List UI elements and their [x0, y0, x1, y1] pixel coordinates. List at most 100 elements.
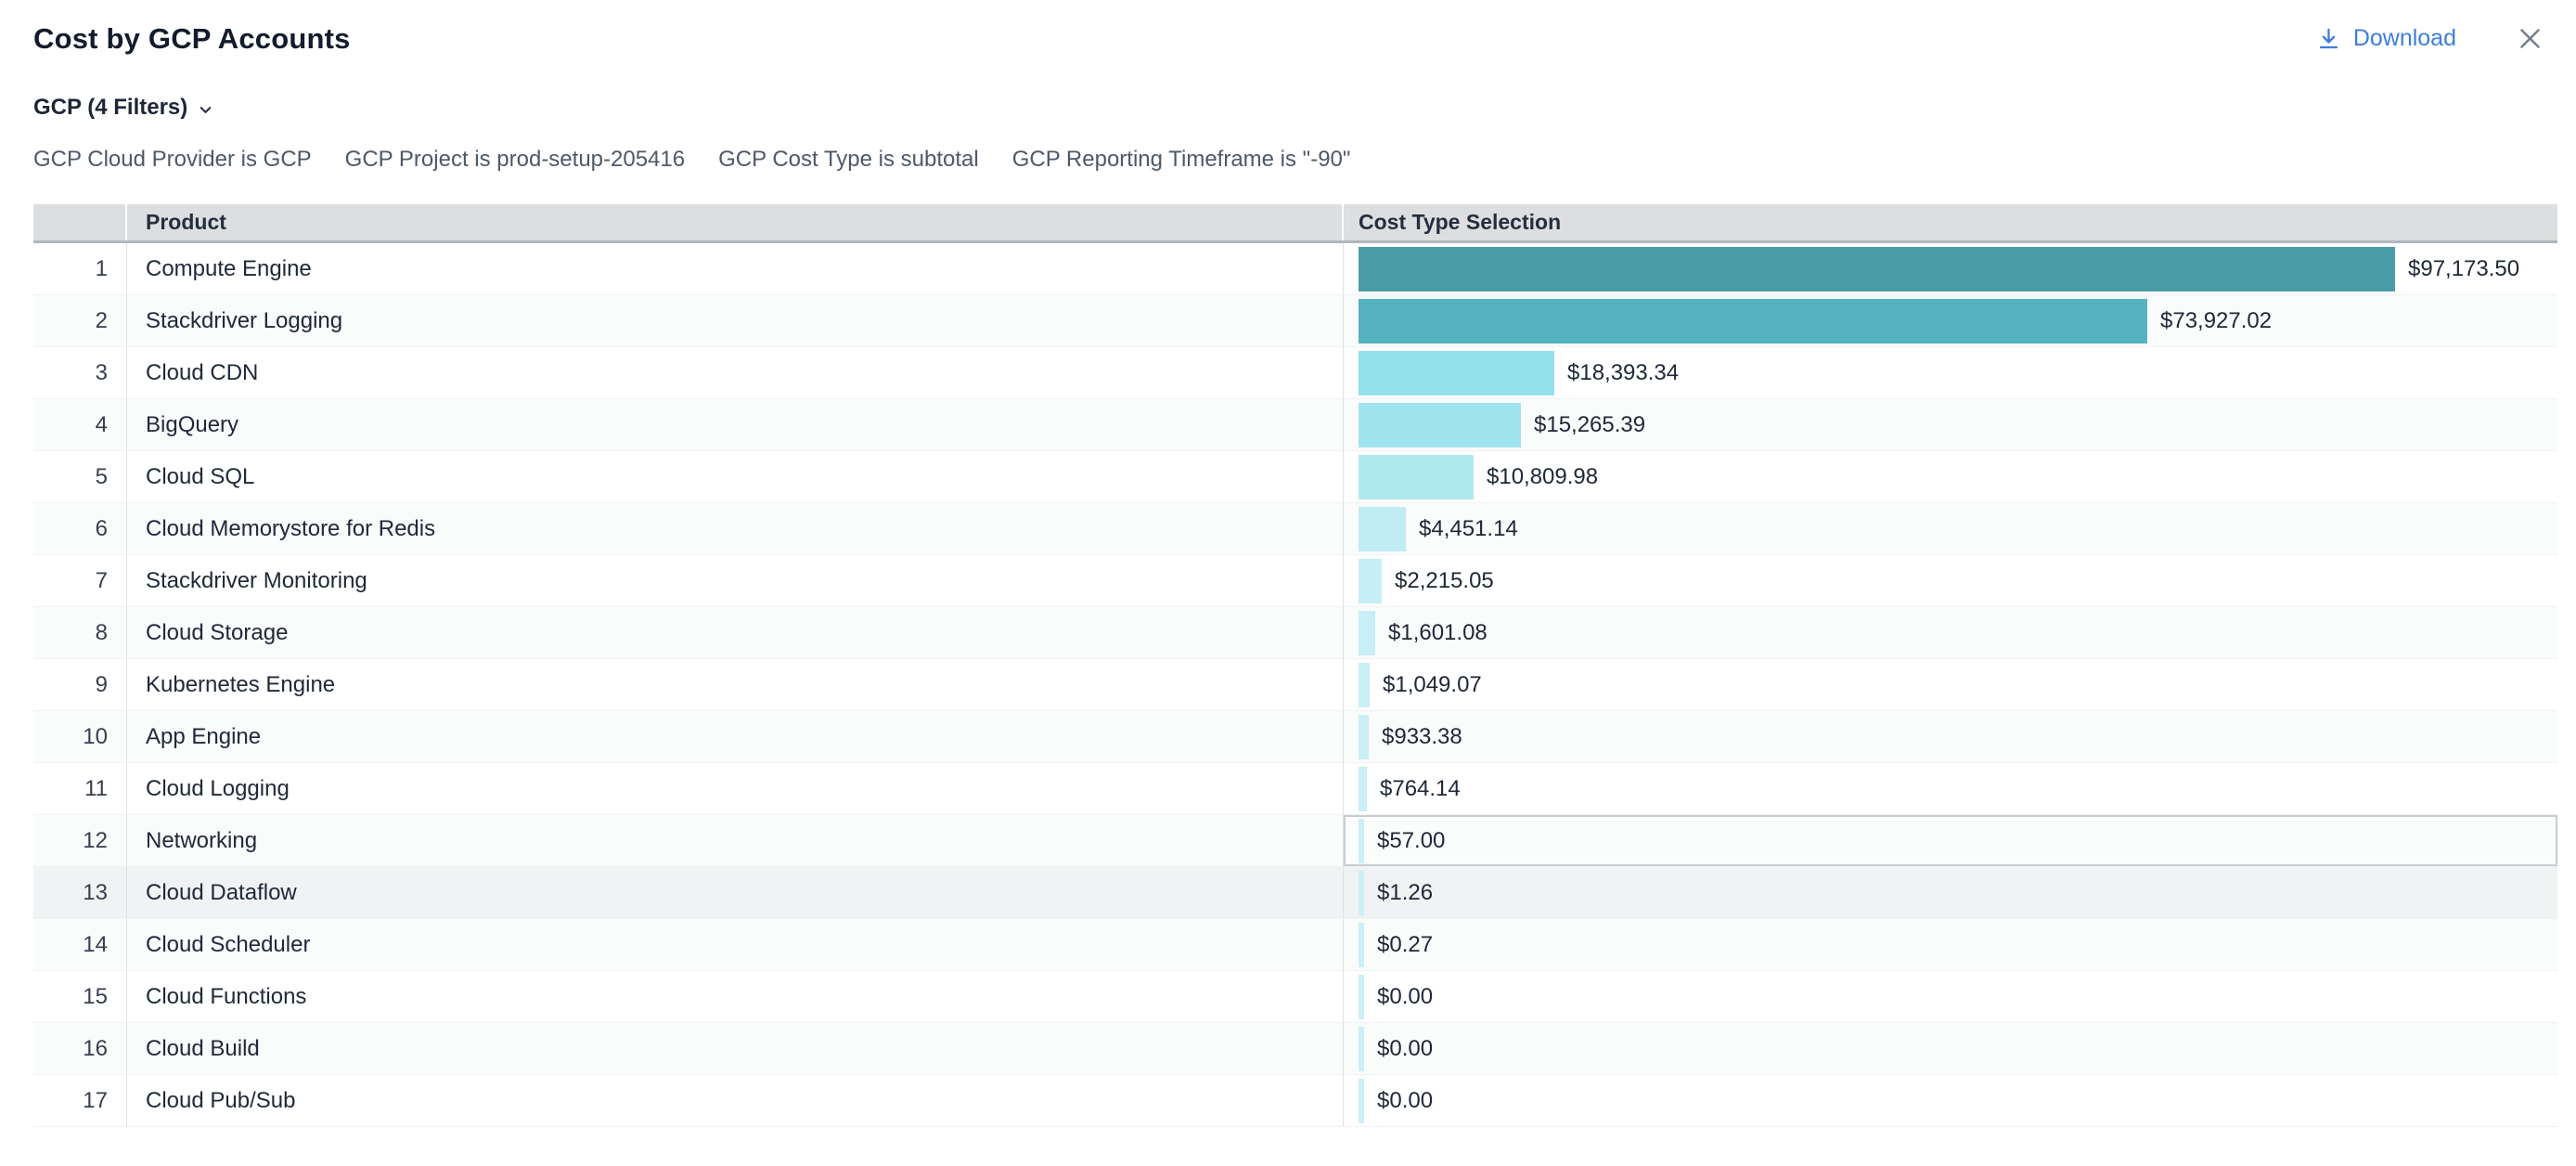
filter-item[interactable]: GCP Cost Type is subtotal [718, 147, 979, 173]
row-cost-cell[interactable]: $1,049.07 [1344, 659, 2557, 710]
filter-item-label: GCP Cloud Provider is GCP [33, 147, 312, 172]
row-cost-cell[interactable]: $2,215.05 [1344, 555, 2557, 606]
row-product[interactable]: Stackdriver Monitoring [127, 555, 1344, 606]
table-body: 1 Compute Engine $97,173.50 2 Stackdrive… [33, 243, 2557, 1127]
row-index: 12 [33, 815, 127, 866]
row-value: $764.14 [1380, 776, 1461, 802]
table-row: 8 Cloud Storage $1,601.08 [33, 607, 2557, 659]
row-product[interactable]: Cloud Storage [127, 607, 1344, 658]
table-header-row: Product Cost Type Selection [33, 204, 2557, 243]
row-cost-cell[interactable]: $57.00 [1344, 815, 2557, 866]
table-row: 17 Cloud Pub/Sub $0.00 [33, 1075, 2557, 1127]
row-cost-cell[interactable]: $18,393.34 [1344, 347, 2557, 398]
row-cost-cell[interactable]: $0.00 [1344, 1023, 2557, 1074]
row-value: $1,601.08 [1388, 620, 1488, 646]
row-product[interactable]: Cloud Pub/Sub [127, 1075, 1344, 1126]
row-bar [1359, 1027, 1364, 1071]
row-bar [1359, 247, 2395, 292]
row-index: 8 [33, 607, 127, 658]
filters-toggle[interactable]: GCP (4 Filters) [33, 95, 214, 121]
download-icon [2316, 26, 2341, 52]
table-row: 7 Stackdriver Monitoring $2,215.05 [33, 555, 2557, 607]
row-product[interactable]: App Engine [127, 711, 1344, 762]
row-cost-cell[interactable]: $1.26 [1344, 867, 2557, 918]
download-button-label: Download [2353, 25, 2456, 52]
row-bar [1359, 871, 1364, 915]
row-index: 13 [33, 867, 127, 918]
row-value: $18,393.34 [1567, 360, 1679, 386]
filter-item[interactable]: GCP Project is prod-setup-205416 [345, 147, 685, 173]
column-header-product[interactable]: Product [127, 204, 1344, 240]
row-value: $1.26 [1377, 880, 1433, 906]
chevron-down-icon [197, 101, 214, 119]
row-cost-cell[interactable]: $764.14 [1344, 763, 2557, 814]
row-bar [1359, 819, 1364, 863]
column-header-cost[interactable]: Cost Type Selection [1344, 204, 2557, 240]
filter-item[interactable]: GCP Reporting Timeframe is "-90" [1012, 147, 1351, 173]
row-cost-cell[interactable]: $933.38 [1344, 711, 2557, 762]
row-product[interactable]: Cloud Functions [127, 971, 1344, 1022]
row-index: 6 [33, 503, 127, 554]
filter-item-label: GCP Project is prod-setup-205416 [345, 147, 685, 172]
header-actions: Download [2316, 24, 2544, 53]
topbar: Cost by GCP Accounts Download [0, 0, 2576, 56]
filter-list: GCP Cloud Provider is GCP GCP Project is… [33, 147, 2543, 173]
row-product[interactable]: Cloud CDN [127, 347, 1344, 398]
row-index: 9 [33, 659, 127, 710]
table-row: 3 Cloud CDN $18,393.34 [33, 347, 2557, 399]
close-button[interactable] [2516, 24, 2544, 53]
row-bar [1359, 559, 1382, 603]
row-product[interactable]: Cloud Build [127, 1023, 1344, 1074]
filters-toggle-label: GCP (4 Filters) [33, 95, 187, 121]
row-value: $1,049.07 [1383, 672, 1482, 698]
row-cost-cell[interactable]: $0.27 [1344, 919, 2557, 970]
row-index: 17 [33, 1075, 127, 1126]
row-product[interactable]: BigQuery [127, 399, 1344, 450]
row-cost-cell[interactable]: $4,451.14 [1344, 503, 2557, 554]
row-product[interactable]: Cloud Logging [127, 763, 1344, 814]
row-product[interactable]: Compute Engine [127, 243, 1344, 294]
row-value: $57.00 [1377, 828, 1445, 854]
row-value: $0.00 [1377, 984, 1433, 1010]
filter-item[interactable]: GCP Cloud Provider is GCP [33, 147, 312, 173]
row-bar [1359, 299, 2147, 343]
row-bar [1359, 455, 1474, 499]
table-row: 16 Cloud Build $0.00 [33, 1023, 2557, 1075]
row-cost-cell[interactable]: $73,927.02 [1344, 295, 2557, 346]
row-value: $97,173.50 [2408, 256, 2519, 282]
row-bar [1359, 923, 1364, 967]
column-header-index [33, 204, 127, 240]
row-product[interactable]: Kubernetes Engine [127, 659, 1344, 710]
table-row: 15 Cloud Functions $0.00 [33, 971, 2557, 1023]
table-row: 6 Cloud Memorystore for Redis $4,451.14 [33, 503, 2557, 555]
table-row: 5 Cloud SQL $10,809.98 [33, 451, 2557, 503]
table-row: 2 Stackdriver Logging $73,927.02 [33, 295, 2557, 347]
row-bar [1359, 663, 1370, 707]
row-product[interactable]: Cloud Memorystore for Redis [127, 503, 1344, 554]
close-icon [2516, 24, 2544, 53]
row-cost-cell[interactable]: $0.00 [1344, 1075, 2557, 1126]
row-cost-cell[interactable]: $97,173.50 [1344, 243, 2557, 294]
row-value: $4,451.14 [1419, 516, 1518, 542]
row-value: $2,215.05 [1395, 568, 1494, 594]
row-cost-cell[interactable]: $0.00 [1344, 971, 2557, 1022]
table-row: 12 Networking $57.00 [33, 815, 2557, 867]
table-row: 14 Cloud Scheduler $0.27 [33, 919, 2557, 971]
row-product[interactable]: Cloud SQL [127, 451, 1344, 502]
row-bar [1359, 975, 1364, 1019]
page-title: Cost by GCP Accounts [33, 22, 351, 56]
table-row: 11 Cloud Logging $764.14 [33, 763, 2557, 815]
row-product[interactable]: Cloud Scheduler [127, 919, 1344, 970]
row-product[interactable]: Networking [127, 815, 1344, 866]
row-index: 11 [33, 763, 127, 814]
row-value: $0.27 [1377, 932, 1433, 958]
row-product[interactable]: Cloud Dataflow [127, 867, 1344, 918]
row-index: 15 [33, 971, 127, 1022]
filter-item-label: GCP Reporting Timeframe is "-90" [1012, 147, 1351, 172]
download-button[interactable]: Download [2316, 25, 2456, 52]
row-product[interactable]: Stackdriver Logging [127, 295, 1344, 346]
row-cost-cell[interactable]: $15,265.39 [1344, 399, 2557, 450]
row-cost-cell[interactable]: $1,601.08 [1344, 607, 2557, 658]
row-value: $933.38 [1382, 724, 1462, 750]
row-cost-cell[interactable]: $10,809.98 [1344, 451, 2557, 502]
